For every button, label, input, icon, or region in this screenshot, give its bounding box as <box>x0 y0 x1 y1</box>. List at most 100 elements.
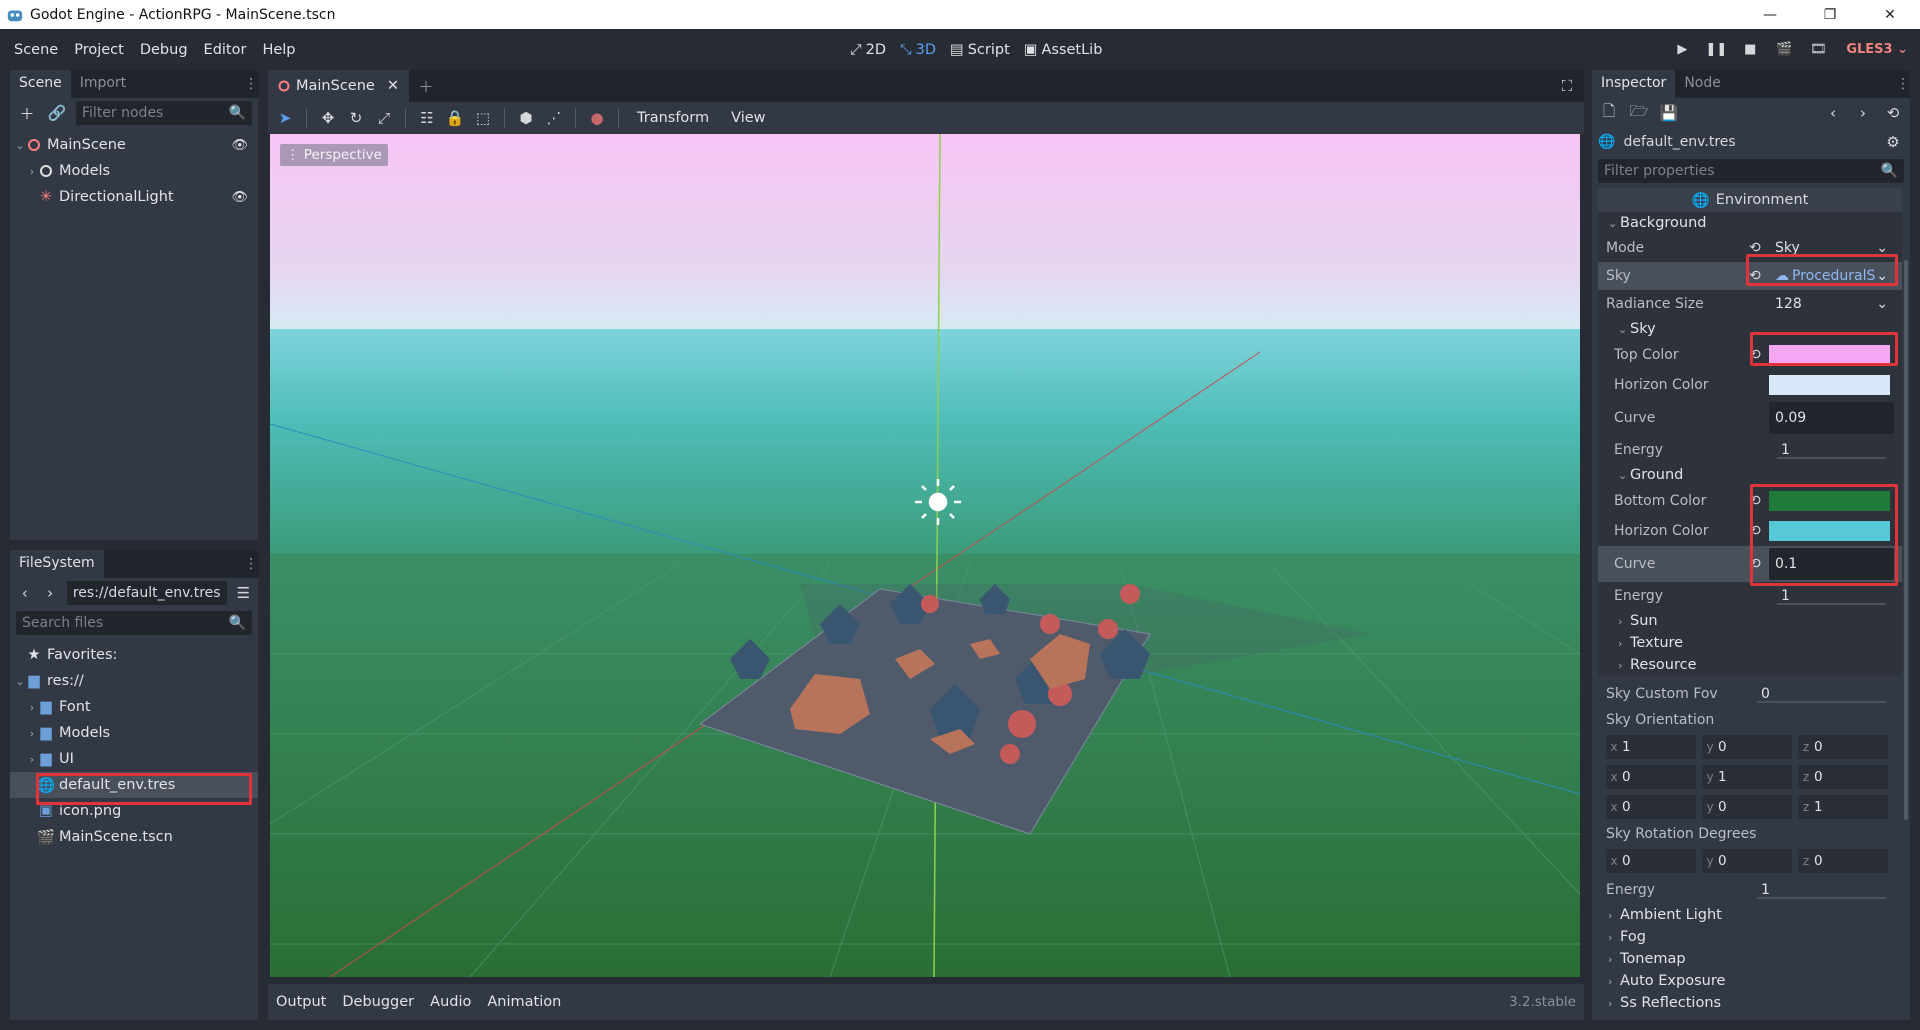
orientation-y2[interactable]: y1 <box>1702 765 1792 789</box>
menu-debug[interactable]: Debug <box>132 42 196 58</box>
menu-editor[interactable]: Editor <box>196 42 255 58</box>
section-fog[interactable]: › Fog <box>1598 926 1902 948</box>
close-tab-icon[interactable]: ✕ <box>387 78 399 94</box>
forward-arrow-icon[interactable]: › <box>41 582 58 604</box>
sky-energy-slider[interactable]: 1 <box>1769 438 1894 462</box>
tree-node-mainscene[interactable]: ⌄ MainScene 👁 <box>10 132 258 158</box>
history-back-icon[interactable]: ‹ <box>1822 102 1844 124</box>
tab-animation[interactable]: Animation <box>487 994 561 1010</box>
section-background[interactable]: ⌄ Background <box>1598 212 1902 234</box>
dock-menu-icon[interactable]: ⋮ <box>1896 70 1910 98</box>
menu-view[interactable]: View <box>723 110 773 126</box>
orientation-x2[interactable]: x0 <box>1606 765 1696 789</box>
object-properties-icon[interactable]: ⚙ <box>1882 131 1904 153</box>
section-auto-exposure[interactable]: › Auto Exposure <box>1598 970 1902 992</box>
mode-3d-button[interactable]: ⤡ 3D <box>900 42 936 58</box>
tab-debugger[interactable]: Debugger <box>342 994 414 1010</box>
radiance-select[interactable]: 128 ⌄ <box>1769 292 1894 316</box>
3d-viewport[interactable]: ⋮ Perspective <box>270 134 1580 977</box>
menu-scene[interactable]: Scene <box>6 42 66 58</box>
orientation-x1[interactable]: x1 <box>1606 735 1696 759</box>
tab-mainscene[interactable]: MainScene ✕ <box>268 70 409 102</box>
tab-node[interactable]: Node <box>1675 70 1730 98</box>
add-tab-icon[interactable]: ＋ <box>415 75 437 97</box>
energy-slider[interactable]: 1 <box>1749 878 1894 902</box>
horizon-color-swatch[interactable] <box>1769 375 1890 395</box>
lock-icon[interactable]: 🔒 <box>444 107 466 129</box>
rotation-y[interactable]: y0 <box>1702 849 1792 873</box>
split-view-icon[interactable]: ☰ <box>235 582 252 604</box>
select-tool-icon[interactable]: ➤ <box>274 107 296 129</box>
tab-filesystem[interactable]: FileSystem <box>10 550 104 578</box>
filter-properties-field[interactable]: 🔍 <box>1598 159 1904 183</box>
group-icon[interactable]: ⬚ <box>472 107 494 129</box>
pause-icon[interactable]: ❚❚ <box>1705 40 1727 60</box>
section-ambient-light[interactable]: › Ambient Light <box>1598 904 1902 926</box>
list-select-icon[interactable]: ☷ <box>416 107 438 129</box>
sky-curve-editor[interactable]: 0.09 <box>1769 402 1894 434</box>
local-space-icon[interactable]: ⬢ <box>515 107 537 129</box>
preview-camera-icon[interactable]: ● <box>586 107 608 129</box>
orientation-x3[interactable]: x0 <box>1606 795 1696 819</box>
load-resource-icon[interactable]: 🗁 <box>1628 102 1650 124</box>
dock-menu-icon[interactable]: ⋮ <box>244 550 258 578</box>
filter-nodes-field[interactable]: 🔍 <box>76 101 252 125</box>
folder-ui[interactable]: › ▆ UI <box>10 746 258 772</box>
play-scene-icon[interactable]: 🎬 <box>1774 40 1794 60</box>
visibility-eye-icon[interactable]: 👁 <box>231 138 248 153</box>
filter-nodes-input[interactable] <box>82 105 229 121</box>
tab-scene[interactable]: Scene <box>10 70 71 98</box>
move-tool-icon[interactable]: ✥ <box>317 107 339 129</box>
path-field[interactable]: res://default_env.tres <box>66 581 227 605</box>
search-files-field[interactable]: 🔍 <box>16 611 252 635</box>
expand-arrow-icon[interactable]: › <box>26 753 38 766</box>
sky-custom-fov-slider[interactable]: 0 <box>1749 682 1894 706</box>
renderer-select[interactable]: GLES3 ⌄ <box>1846 42 1908 57</box>
play-icon[interactable]: ▶ <box>1672 40 1692 60</box>
file-mainscene[interactable]: 🎬 MainScene.tscn <box>10 824 258 850</box>
orientation-z1[interactable]: z0 <box>1798 735 1888 759</box>
expand-arrow-icon[interactable]: › <box>26 701 38 714</box>
expand-arrow-icon[interactable]: › <box>26 727 38 740</box>
scale-tool-icon[interactable]: ⤢ <box>373 107 395 129</box>
history-forward-icon[interactable]: › <box>1852 102 1874 124</box>
search-files-input[interactable] <box>22 615 229 631</box>
tab-inspector[interactable]: Inspector <box>1592 70 1676 98</box>
folder-font[interactable]: › ▆ Font <box>10 694 258 720</box>
rotate-tool-icon[interactable]: ↻ <box>345 107 367 129</box>
restore-icon[interactable]: ❐ <box>1800 0 1860 29</box>
history-icon[interactable]: ⟲ <box>1882 102 1904 124</box>
tab-audio[interactable]: Audio <box>430 994 471 1010</box>
expand-arrow-icon[interactable]: › <box>26 165 38 178</box>
folder-models[interactable]: › ▆ Models <box>10 720 258 746</box>
collapse-arrow-icon[interactable]: ⌄ <box>14 675 26 688</box>
orientation-y3[interactable]: y0 <box>1702 795 1792 819</box>
back-arrow-icon[interactable]: ‹ <box>16 582 33 604</box>
section-resource[interactable]: › Resource <box>1598 654 1902 676</box>
stop-icon[interactable]: ■ <box>1740 40 1760 60</box>
rotation-z[interactable]: z0 <box>1798 849 1888 873</box>
save-resource-icon[interactable]: 💾 <box>1658 102 1680 124</box>
tree-node-models[interactable]: › Models <box>10 158 258 184</box>
ground-energy-slider[interactable]: 1 <box>1769 584 1894 608</box>
menu-help[interactable]: Help <box>254 42 303 58</box>
add-node-icon[interactable]: ＋ <box>16 102 38 124</box>
collapse-arrow-icon[interactable]: ⌄ <box>14 139 26 152</box>
tree-node-directionallight[interactable]: ✳ DirectionalLight 👁 <box>10 184 258 210</box>
inspector-scrollbar[interactable] <box>1904 260 1908 820</box>
distraction-free-icon[interactable]: ⛶ <box>1556 75 1578 97</box>
section-tonemap[interactable]: › Tonemap <box>1598 948 1902 970</box>
orientation-z2[interactable]: z0 <box>1798 765 1888 789</box>
folder-root[interactable]: ⌄ ▆ res:// <box>10 668 258 694</box>
section-ground[interactable]: ⌄ Ground <box>1598 464 1902 486</box>
dock-menu-icon[interactable]: ⋮ <box>244 70 258 98</box>
snap-icon[interactable]: ⋰ <box>543 107 565 129</box>
section-texture[interactable]: › Texture <box>1598 632 1902 654</box>
rotation-x[interactable]: x0 <box>1606 849 1696 873</box>
mode-assetlib-button[interactable]: ▣ AssetLib <box>1024 42 1103 58</box>
new-resource-icon[interactable]: 🗋 <box>1598 102 1620 124</box>
mode-2d-button[interactable]: ⤢ 2D <box>850 42 886 58</box>
tab-output[interactable]: Output <box>276 994 326 1010</box>
menu-transform[interactable]: Transform <box>629 110 717 126</box>
play-custom-icon[interactable]: 🎞 <box>1808 40 1828 60</box>
